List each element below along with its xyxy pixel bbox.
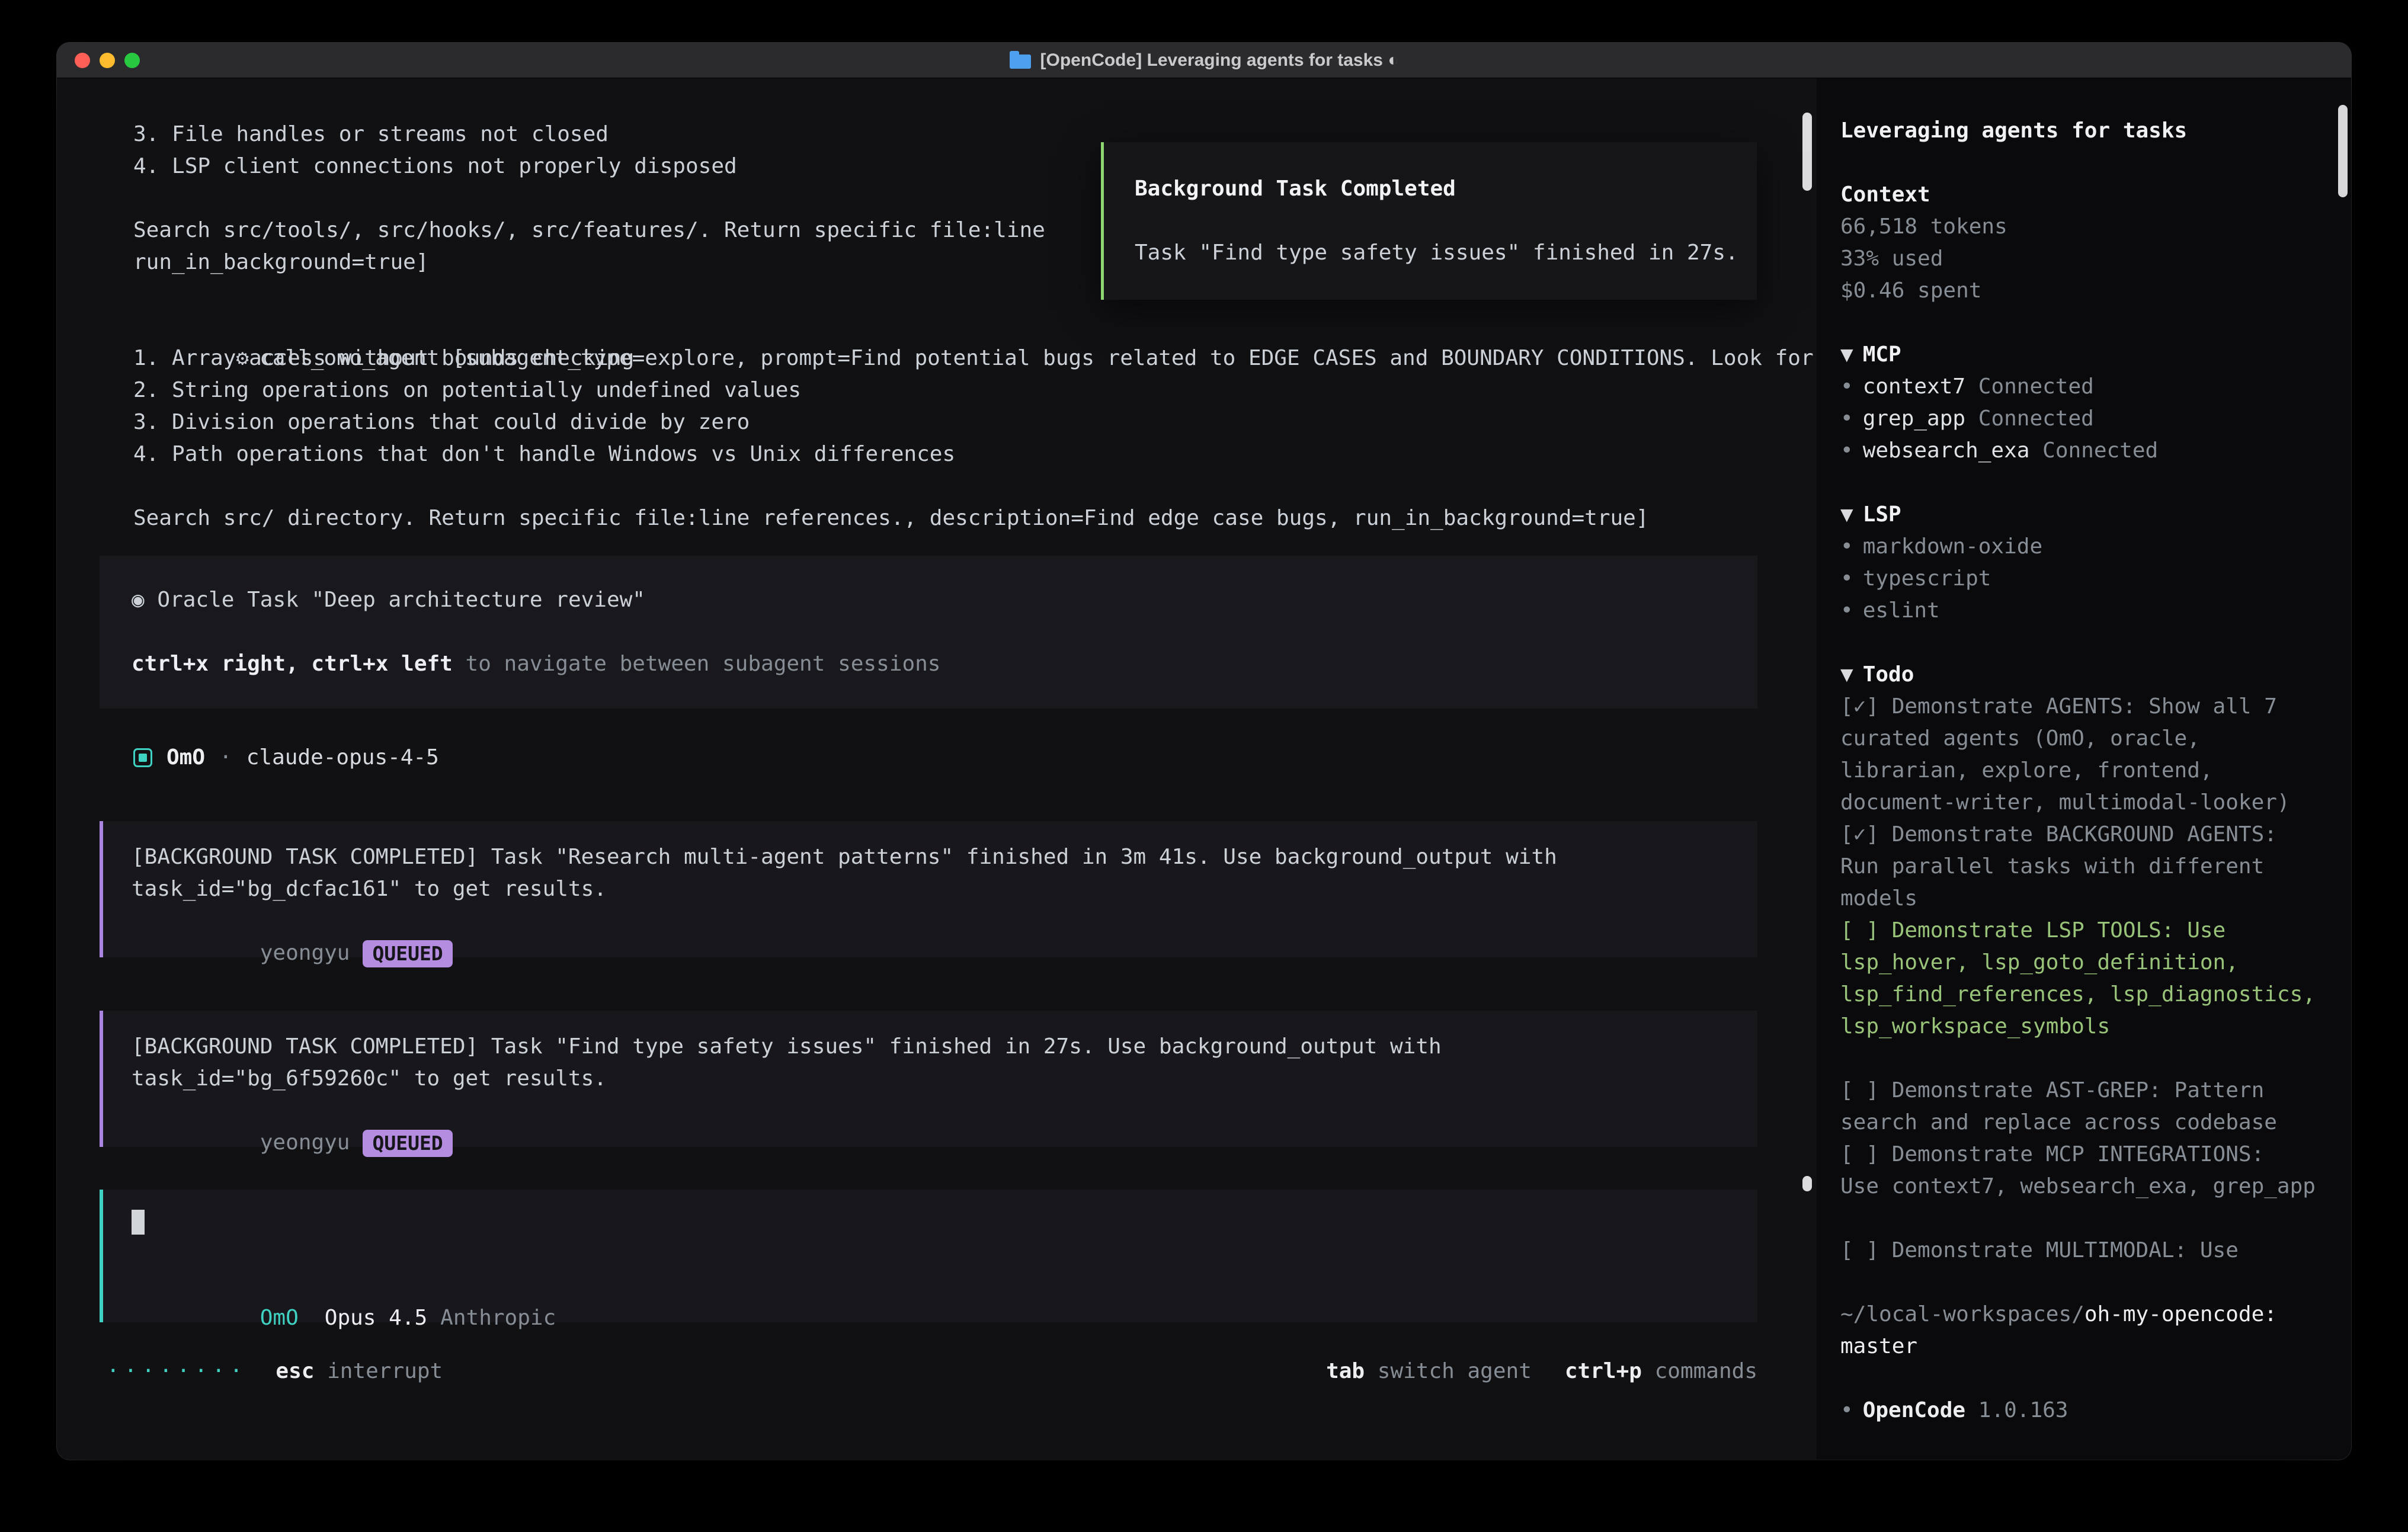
version-row: • OpenCode 1.0.163 [1840,1395,2337,1427]
prompt-input[interactable]: OmOOpus 4.5Anthropic [100,1190,1757,1322]
agent-header: OmO · claude-opus-4-5 [133,742,1817,774]
spinner-dots: ········ [107,1355,247,1387]
agent-separator: · [219,742,232,774]
titlebar[interactable]: [OpenCode] Leveraging agents for tasks ◐ [57,43,2351,78]
oracle-icon: ◉ [132,588,145,612]
agent-icon [133,748,152,767]
chevron-down-icon: ▼ [1840,502,1853,527]
text-cursor [132,1210,145,1235]
message-meta: yeongyuQUEUED [132,905,1757,937]
chevron-down-icon: ▼ [1840,662,1853,687]
tool-call-line: 4. Path operations that don't handle Win… [57,438,1817,470]
toast-body: Task "Find type safety issues" finished … [1135,237,1757,269]
agent-model: claude-opus-4-5 [246,742,439,774]
minimize-button[interactable] [100,53,115,68]
workspace-branch: master [1840,1331,2337,1363]
terminal-main: 3. File handles or streams not closed 4.… [57,78,1817,1459]
workspace-path: ~/local-workspaces/oh-my-opencode: [1840,1299,2337,1331]
bullet-icon: • [1840,374,1853,399]
window-title-group: [OpenCode] Leveraging agents for tasks ◐ [1010,44,1399,76]
mcp-item: •context7 Connected [1840,371,2337,403]
folder-icon [1010,55,1031,69]
app-name: OpenCode [1863,1398,1965,1422]
context-spent: $0.46 spent [1840,275,2337,307]
message-line: task_id="bg_dcfac161" to get results. [132,873,1757,905]
window-content: 3. File handles or streams not closed 4.… [57,78,2351,1459]
context-heading: Context [1840,179,2337,211]
opencode-window: [OpenCode] Leveraging agents for tasks ◐… [57,43,2351,1460]
tool-call-header: ⚙call_omo_agent [subagent_type=explore, … [57,310,1817,342]
message-author: yeongyu [260,941,350,965]
sidebar: Leveraging agents for tasks Context 66,5… [1817,78,2351,1459]
toast-title: Background Task Completed [1135,173,1757,205]
interrupt-hint: esc interrupt [276,1355,443,1387]
bullet-icon: • [1840,438,1853,463]
input-provider-name: Anthropic [440,1306,556,1330]
main-scrollbar-thumb[interactable] [1802,1176,1812,1191]
todo-item: [ ] Demonstrate AST-GREP: Pattern search… [1840,1075,2337,1139]
message-block: [BACKGROUND TASK COMPLETED] Task "Resear… [100,821,1757,957]
mcp-section-header[interactable]: ▼MCP [1840,339,2337,371]
message-meta: yeongyuQUEUED [132,1095,1757,1127]
message-line: [BACKGROUND TASK COMPLETED] Task "Resear… [132,841,1757,873]
hint-keys: ctrl+x right, ctrl+x left [132,652,453,676]
message-block: [BACKGROUND TASK COMPLETED] Task "Find t… [100,1011,1757,1147]
subagent-nav-hint: ctrl+x right, ctrl+x left to navigate be… [132,648,1757,680]
session-title: Leveraging agents for tasks [1840,115,2337,147]
lsp-item: •eslint [1840,595,2337,627]
mcp-item: •websearch_exa Connected [1840,435,2337,467]
status-bar: ········ esc interrupt tab switch agent … [57,1355,1817,1387]
tool-call-line: 2. String operations on potentially unde… [57,374,1817,406]
main-scrollbar-thumb[interactable] [1802,113,1812,191]
context-used: 33% used [1840,243,2337,275]
message-line: task_id="bg_6f59260c" to get results. [132,1063,1757,1095]
oracle-task-title: ◉ Oracle Task "Deep architecture review" [132,584,1757,616]
traffic-lights [75,43,140,78]
sidebar-scrollbar-thumb[interactable] [2338,105,2348,197]
todo-section-header[interactable]: ▼Todo [1840,659,2337,691]
bullet-icon: • [1840,598,1853,623]
queued-badge: QUEUED [363,940,452,967]
todo-item: [ ] Demonstrate LSP TOOLS: Use lsp_hover… [1840,915,2337,1043]
input-model-name: Opus 4.5 [325,1306,427,1330]
zoom-button[interactable] [124,53,140,68]
chevron-down-icon: ▼ [1840,342,1853,367]
bullet-icon: • [1840,1398,1853,1422]
tool-call-line: 3. Division operations that could divide… [57,406,1817,438]
todo-item: [✓] Demonstrate AGENTS: Show all 7 curat… [1840,691,2337,819]
input-meta: OmOOpus 4.5Anthropic [132,1270,1757,1302]
input-line[interactable] [132,1206,1757,1238]
message-author: yeongyu [260,1130,350,1155]
bullet-icon: • [1840,566,1853,591]
mcp-item: •grep_app Connected [1840,403,2337,435]
bullet-icon: • [1840,534,1853,559]
tool-call-line [57,470,1817,502]
bullet-icon: • [1840,406,1853,431]
agent-name: OmO [166,742,205,774]
oracle-task-panel[interactable]: ◉ Oracle Task "Deep architecture review"… [100,556,1757,709]
todo-item: [ ] Demonstrate MCP INTEGRATIONS: Use co… [1840,1139,2337,1203]
app-version: 1.0.163 [1978,1398,2068,1422]
todo-item: [ ] Demonstrate MULTIMODAL: Use [1840,1235,2337,1267]
input-agent-name: OmO [260,1306,299,1330]
tool-call-line: Search src/ directory. Return specific f… [57,502,1817,534]
lsp-section-header[interactable]: ▼LSP [1840,499,2337,531]
message-line: [BACKGROUND TASK COMPLETED] Task "Find t… [132,1031,1757,1063]
background-task-toast[interactable]: Background Task Completed Task "Find typ… [1101,142,1757,300]
switch-agent-hint: tab switch agent [1326,1355,1532,1387]
context-tokens: 66,518 tokens [1840,211,2337,243]
queued-badge: QUEUED [363,1130,452,1157]
commands-hint: ctrl+p commands [1565,1355,1757,1387]
lsp-item: •markdown-oxide [1840,531,2337,563]
todo-item: [✓] Demonstrate BACKGROUND AGENTS: Run p… [1840,819,2337,915]
window-title: [OpenCode] Leveraging agents for tasks ◐ [1040,44,1399,76]
lsp-item: •typescript [1840,563,2337,595]
close-button[interactable] [75,53,90,68]
